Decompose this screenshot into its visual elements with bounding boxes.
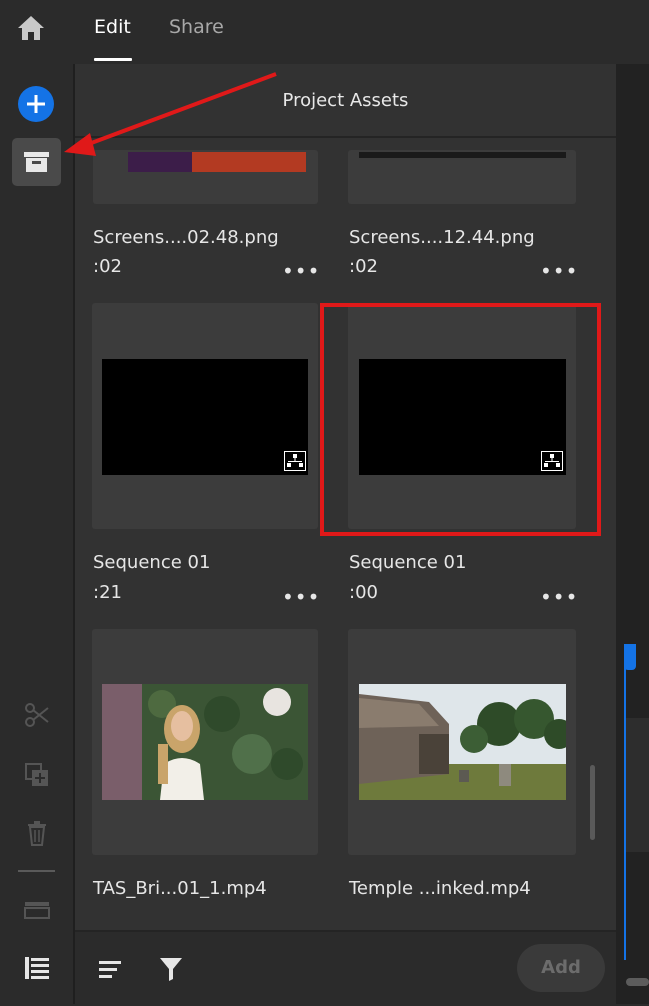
panel-scrollbar[interactable] (590, 765, 595, 840)
tab-edit[interactable]: Edit (94, 16, 131, 38)
card-icon[interactable] (24, 896, 50, 922)
add-media-button[interactable] (18, 86, 54, 122)
asset-card[interactable] (348, 629, 576, 855)
asset-name: Sequence 01 (93, 552, 211, 573)
asset-thumbnail (102, 359, 308, 475)
panel-header: Project Assets (75, 64, 616, 138)
asset-name: Temple ...inked.mp4 (349, 878, 531, 899)
sequence-icon (284, 451, 306, 471)
asset-name: Sequence 01 (349, 552, 467, 573)
asset-duration: :00 (349, 582, 378, 603)
video-thumbnail-woman (102, 684, 308, 800)
playhead-handle[interactable] (624, 644, 636, 670)
video-thumbnail-temple (359, 684, 566, 800)
home-icon[interactable] (16, 14, 46, 42)
more-options-button[interactable]: ••• (540, 261, 578, 281)
annotation-highlight-box (320, 303, 601, 536)
scissors-icon[interactable] (24, 702, 50, 728)
rail-divider (18, 870, 55, 872)
asset-card[interactable] (93, 150, 318, 204)
asset-card[interactable] (348, 150, 576, 204)
more-options-button[interactable]: ••• (282, 261, 320, 281)
left-toolbar (0, 64, 75, 1004)
asset-card[interactable] (92, 629, 318, 855)
duplicate-icon[interactable] (24, 762, 50, 788)
more-options-button[interactable]: ••• (540, 587, 578, 607)
timeline-strip (616, 64, 649, 1004)
trash-icon[interactable] (24, 820, 50, 846)
asset-thumbnail (128, 152, 306, 172)
asset-thumbnail (359, 152, 566, 158)
panel-title: Project Assets (282, 90, 409, 111)
filter-icon[interactable] (159, 956, 183, 982)
asset-name: Screens....02.48.png (93, 227, 279, 248)
more-options-button[interactable]: ••• (282, 587, 320, 607)
timeline-clip[interactable] (626, 718, 649, 852)
archive-box-icon (24, 152, 49, 172)
asset-card[interactable] (92, 303, 318, 529)
tab-share[interactable]: Share (169, 16, 224, 38)
asset-name: Screens....12.44.png (349, 227, 535, 248)
top-bar: Edit Share (0, 0, 649, 64)
timeline-scrollbar[interactable] (626, 978, 649, 986)
plus-circle-icon (27, 95, 45, 113)
add-button[interactable]: Add (517, 944, 605, 992)
asset-duration: :21 (93, 582, 122, 603)
asset-name: TAS_Bri...01_1.mp4 (93, 878, 267, 899)
asset-thumbnail (359, 684, 566, 800)
asset-thumbnail (102, 684, 308, 800)
sort-icon[interactable] (99, 960, 123, 980)
active-tab-indicator (94, 58, 132, 61)
project-assets-button[interactable] (12, 138, 61, 186)
asset-duration: :02 (93, 256, 122, 277)
asset-duration: :02 (349, 256, 378, 277)
list-icon[interactable] (24, 955, 50, 981)
playhead-line[interactable] (624, 644, 626, 960)
